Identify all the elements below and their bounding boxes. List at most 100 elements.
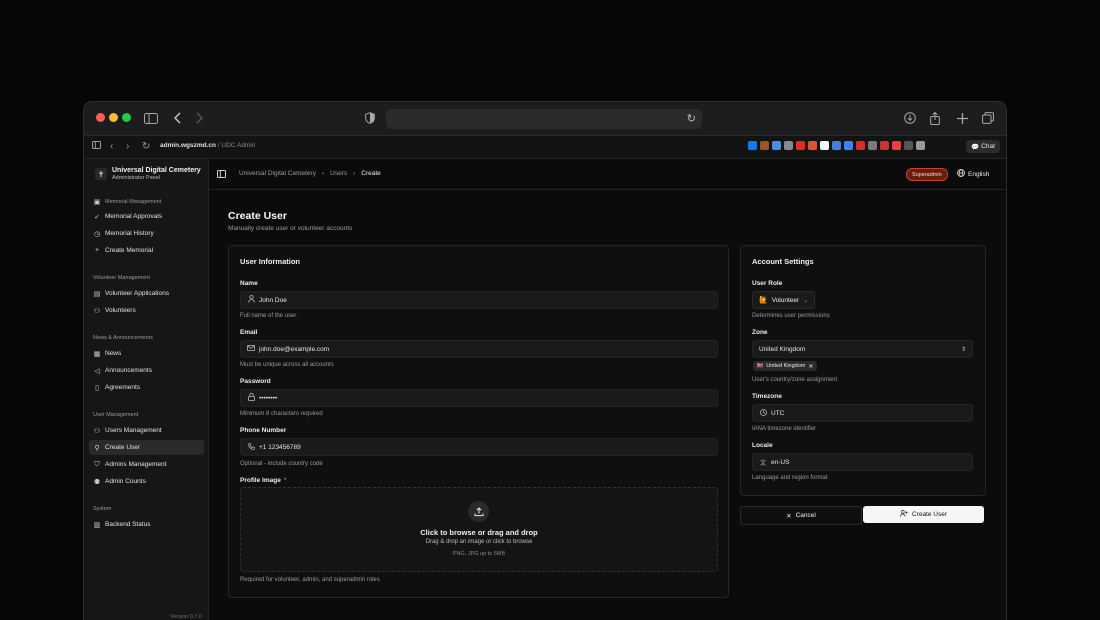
extension-icon[interactable] <box>856 141 865 150</box>
sidebar-item-volunteers[interactable]: ⚇ Volunteers <box>89 303 204 318</box>
extension-icon[interactable] <box>868 141 877 150</box>
clipboard-icon: ▤ <box>93 290 101 298</box>
brand-subtitle: Administrator Panel <box>112 175 160 181</box>
cancel-button[interactable]: ✕ Cancel <box>740 506 862 525</box>
extension-icon[interactable] <box>880 141 889 150</box>
extension-icon[interactable] <box>796 141 805 150</box>
privacy-shield-icon[interactable] <box>365 110 375 126</box>
sidebar-item-volunteer-applications[interactable]: ▤ Volunteer Applications <box>89 286 204 301</box>
tab-overview-icon[interactable] <box>982 110 994 126</box>
sidebar-item-agreements[interactable]: ▯ Agreements <box>89 380 204 395</box>
user-count-icon: ⚉ <box>93 478 101 486</box>
downloads-icon[interactable] <box>904 110 916 126</box>
timezone-input[interactable]: UTC <box>752 404 973 422</box>
password-input[interactable]: •••••••• <box>240 389 718 407</box>
close-icon: ✕ <box>786 512 792 520</box>
zone-select[interactable]: United Kingdom ⇕ <box>752 340 973 358</box>
memorial-icon: ▣ <box>93 199 101 206</box>
account-settings-title: Account Settings <box>752 257 814 266</box>
page-subtitle: Manually create user or volunteer accoun… <box>228 225 353 232</box>
breadcrumb-current: Create <box>361 170 381 177</box>
remove-chip-icon[interactable]: ✕ <box>808 363 813 370</box>
sidebar-item-users-management[interactable]: ⚇ Users Management <box>89 423 204 438</box>
back-icon[interactable] <box>174 110 182 126</box>
sidebar-item-memorial-history[interactable]: ◷ Memorial History <box>89 226 204 241</box>
name-input[interactable]: John Doe <box>240 291 718 309</box>
user-role-hint: Determines user permissions <box>752 313 830 319</box>
sidebar-item-create-user[interactable]: ⚲ Create User <box>89 440 204 455</box>
sidebar-item-admin-counts[interactable]: ⚉ Admin Counts <box>89 474 204 489</box>
reload-small-icon[interactable]: ↻ <box>142 141 150 153</box>
section-system: System <box>93 506 112 512</box>
breadcrumb: Universal Digital Cemetery › Users › Cre… <box>239 170 381 177</box>
page-title: Create User <box>228 210 287 222</box>
globe-icon <box>957 169 965 179</box>
sidebar-item-admins-management[interactable]: ⛉ Admins Management <box>89 457 204 472</box>
user-information-title: User Information <box>240 257 301 266</box>
locale-input[interactable]: 文 en-US <box>752 453 973 471</box>
new-tab-icon[interactable] <box>957 110 968 126</box>
password-hint: Minimum 8 characters required <box>240 411 323 417</box>
create-user-button[interactable]: Create User <box>863 506 984 523</box>
profile-image-dropzone[interactable]: Click to browse or drag and drop Drag & … <box>240 487 718 572</box>
chevron-updown-icon: ⇕ <box>960 346 966 353</box>
plus-icon: + <box>94 247 100 254</box>
extension-icons <box>748 141 925 150</box>
chat-button[interactable]: 💬 Chat <box>966 140 1000 153</box>
language-selector[interactable]: English <box>957 169 989 179</box>
extension-icon[interactable] <box>748 141 757 150</box>
user-icon <box>247 295 255 305</box>
sidebar-toggle-icon[interactable] <box>144 110 158 126</box>
forward-small-icon[interactable]: › <box>126 141 129 153</box>
sidebar-toggle-small-icon[interactable] <box>92 141 101 153</box>
phone-input[interactable]: +1 123456789 <box>240 438 718 456</box>
extension-icon[interactable] <box>916 141 925 150</box>
extension-icon[interactable] <box>760 141 769 150</box>
sidebar-item-create-memorial[interactable]: + Create Memorial <box>89 243 204 258</box>
breadcrumb-separator-icon: › <box>321 170 325 177</box>
sidebar-item-memorial-approvals[interactable]: ✓ Memorial Approvals <box>89 209 204 224</box>
share-icon[interactable] <box>930 110 940 126</box>
sidebar-item-backend-status[interactable]: ▥ Backend Status <box>89 517 204 532</box>
extension-icon[interactable] <box>904 141 913 150</box>
extension-icon[interactable] <box>820 141 829 150</box>
minimize-window-button[interactable] <box>109 113 118 122</box>
extension-icon[interactable] <box>832 141 841 150</box>
extension-icon[interactable] <box>784 141 793 150</box>
reload-icon[interactable]: ↻ <box>687 112 696 125</box>
back-small-icon[interactable]: ‹ <box>110 141 113 153</box>
dropzone-formats: PNG, JPG up to 5MB <box>452 551 506 557</box>
sidebar-item-news[interactable]: ▦ News <box>89 346 204 361</box>
breadcrumb-home[interactable]: Universal Digital Cemetery <box>239 170 316 177</box>
tab-url[interactable]: admin.wgszmd.cn / UDC Admin <box>160 142 255 149</box>
mail-icon <box>247 345 255 353</box>
shield-icon: ⛉ <box>94 460 100 468</box>
close-window-button[interactable] <box>96 113 105 122</box>
email-hint: Must be unique across all accounts <box>240 362 334 368</box>
email-input[interactable]: john.doe@example.com <box>240 340 718 358</box>
profile-image-hint: Required for volunteer, admin, and super… <box>240 577 380 583</box>
forward-icon[interactable] <box>195 110 203 126</box>
user-role-select[interactable]: 🙋 Volunteer ⌄ <box>752 291 816 309</box>
extension-icon[interactable] <box>844 141 853 150</box>
timezone-hint: IANA timezone identifier <box>752 426 817 432</box>
zone-chip: 🇬🇧 United Kingdom ✕ <box>753 361 818 371</box>
sidebar-collapse-icon[interactable] <box>217 170 226 180</box>
name-label: Name <box>240 280 258 287</box>
maximize-window-button[interactable] <box>122 113 131 122</box>
user-plus-icon <box>900 510 908 519</box>
address-bar[interactable]: ↻ <box>386 109 702 129</box>
extension-icon[interactable] <box>892 141 901 150</box>
zone-label: Zone <box>752 329 768 336</box>
brand-logo-icon: ✝ <box>95 168 107 180</box>
sidebar-item-announcements[interactable]: ◁ Announcements <box>89 363 204 378</box>
email-label: Email <box>240 329 258 336</box>
clock-icon <box>759 408 767 418</box>
breadcrumb-users[interactable]: Users <box>330 170 347 177</box>
chat-icon: 💬 <box>971 143 980 151</box>
sidebar: ✝ Universal Digital Cemetery Administrat… <box>84 159 209 620</box>
user-plus-icon: ⚲ <box>94 444 100 452</box>
extension-icon[interactable] <box>808 141 817 150</box>
upload-icon <box>468 501 489 522</box>
extension-icon[interactable] <box>772 141 781 150</box>
